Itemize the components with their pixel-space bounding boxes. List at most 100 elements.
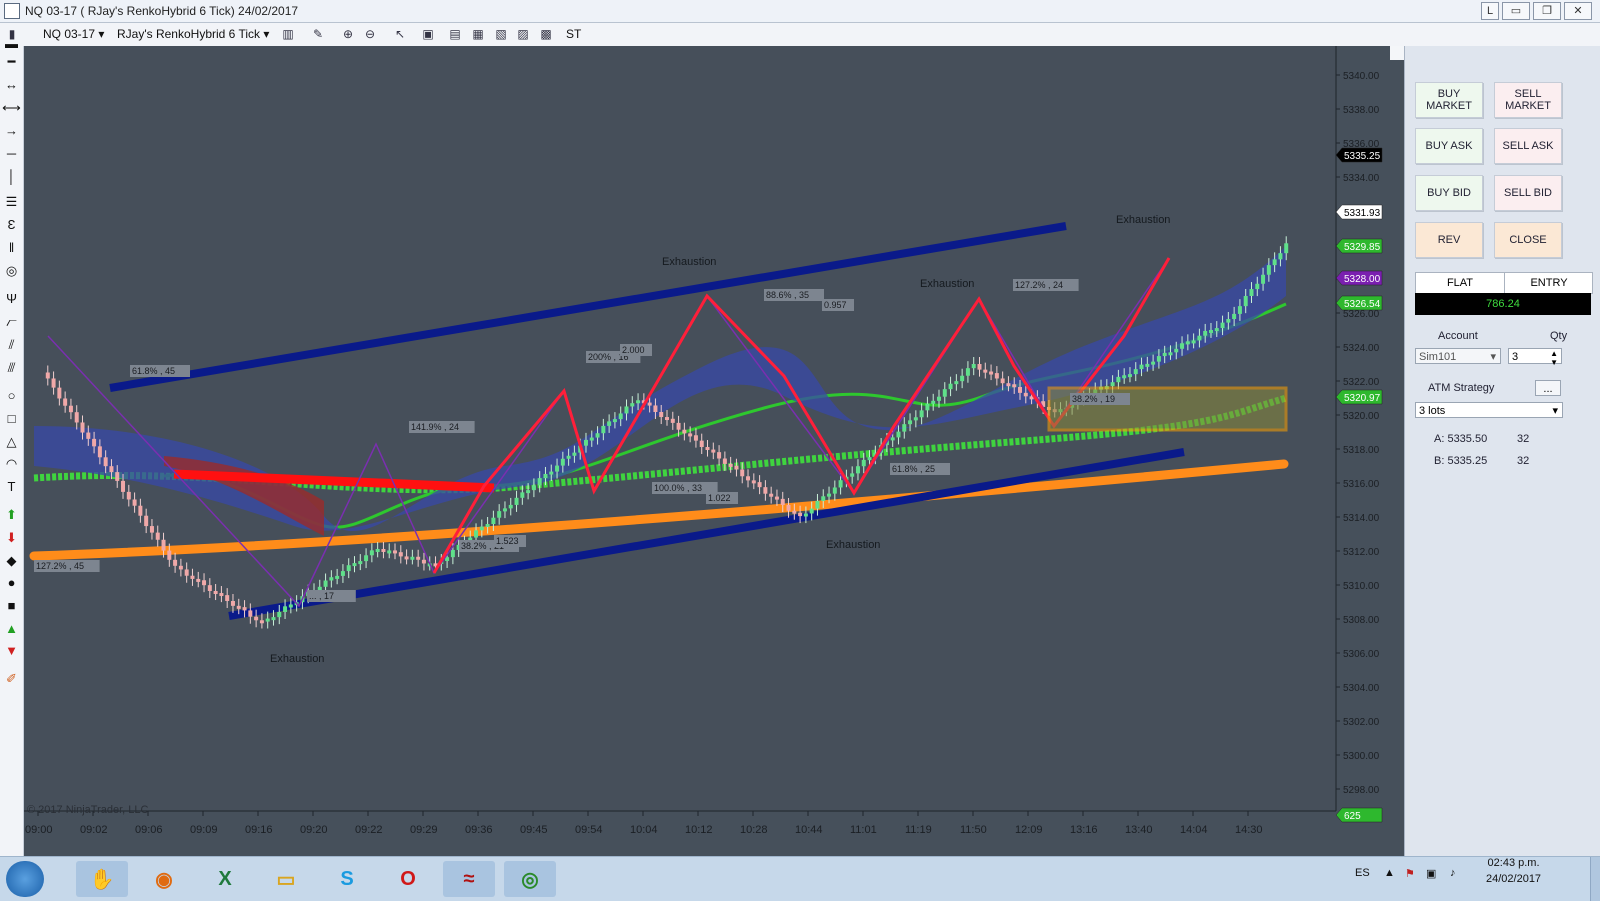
buy-bid-button[interactable]: BUY BID [1415, 175, 1483, 211]
candle-body [1232, 313, 1237, 320]
candle-body [121, 480, 126, 492]
regression-channel-icon[interactable]: ⫽ [2, 335, 21, 354]
excel-icon[interactable]: X [199, 861, 251, 897]
pointer-icon[interactable]: ↖ [392, 26, 408, 42]
action-center-icon[interactable]: ⚑ [1405, 867, 1415, 880]
atm-strategy-select[interactable]: 3 lots ▾ [1415, 402, 1563, 418]
extended-line-icon[interactable]: ⟷ [2, 98, 21, 117]
language-indicator[interactable]: ES [1355, 867, 1370, 879]
price-chart[interactable]: 5340.005338.005336.005334.005332.005330.… [24, 46, 1404, 856]
instrument-selector[interactable]: NQ 03-17 ▾ [43, 27, 104, 41]
candle-body [537, 478, 542, 486]
triangle-up-icon[interactable]: ▲ [2, 619, 21, 638]
ellipse-icon[interactable]: ○ [2, 386, 21, 405]
network-icon[interactable]: ▣ [1426, 867, 1436, 880]
candle-body [230, 600, 235, 606]
candle-body [774, 496, 779, 500]
restore-button[interactable]: ❐ [1533, 2, 1561, 20]
fib-circle-icon[interactable]: ◎ [2, 261, 21, 280]
close-window-button[interactable]: ✕ [1564, 2, 1592, 20]
trend-channel-icon[interactable]: ⫻ [2, 358, 21, 377]
snapshot-icon[interactable]: ▨ [515, 26, 531, 42]
pnl-display: 786.24 [1415, 293, 1591, 315]
arrow-up-icon[interactable]: ⬆ [2, 505, 21, 524]
upper-channel-line [109, 222, 1067, 392]
firefox-icon[interactable]: ◉ [138, 861, 190, 897]
arrow-line-icon[interactable]: → [2, 121, 21, 140]
vertical-line-icon[interactable]: │ [2, 167, 21, 186]
candle-body [1018, 386, 1023, 393]
candle-body [1151, 361, 1156, 365]
indicators-icon[interactable]: ▤ [447, 26, 463, 42]
remove-drawings-icon[interactable]: ✐ [2, 669, 21, 688]
diamond-icon[interactable]: ◆ [2, 551, 21, 570]
arrow-down-icon[interactable]: ⬇ [2, 528, 21, 547]
stepper-down-icon[interactable]: ▼ [1550, 355, 1558, 371]
start-button[interactable] [6, 861, 44, 897]
chrome-icon[interactable]: ◎ [504, 861, 556, 897]
triangle-icon[interactable]: △ [2, 432, 21, 451]
zoom-out-icon[interactable]: ⊖ [362, 26, 378, 42]
arc-icon[interactable]: ◠ [2, 454, 21, 473]
candle-body [659, 412, 664, 418]
buy-market-button[interactable]: BUY MARKET [1415, 82, 1483, 118]
st-button[interactable]: ST [566, 27, 581, 41]
candle-body [728, 463, 733, 467]
fib-extension-icon[interactable]: Ɛ [2, 215, 21, 234]
sell-bid-button[interactable]: SELL BID [1494, 175, 1562, 211]
fib-time-icon[interactable]: ‖ [2, 238, 21, 257]
text-icon[interactable]: T [2, 477, 21, 496]
exhaustion-label: Exhaustion [270, 653, 324, 665]
square-icon[interactable]: ■ [2, 596, 21, 615]
gann-fan-icon[interactable]: ⦧ [2, 312, 21, 331]
opera-icon[interactable]: O [382, 861, 434, 897]
candle-body [126, 491, 131, 500]
reverse-button[interactable]: REV [1415, 222, 1483, 258]
dot-icon[interactable]: ● [2, 573, 21, 592]
account-select[interactable]: Sim101 ▾ [1415, 348, 1501, 364]
pencil-icon[interactable]: ✎ [310, 26, 326, 42]
chart-trader-icon[interactable]: ▧ [493, 26, 509, 42]
properties-icon[interactable]: ▣ [420, 26, 436, 42]
triangle-down-icon[interactable]: ▼ [2, 641, 21, 660]
sell-market-button[interactable]: SELL MARKET [1494, 82, 1562, 118]
minimize-button[interactable]: ▭ [1502, 2, 1530, 20]
candle-body [948, 383, 953, 390]
folder-icon[interactable]: ▭ [260, 861, 312, 897]
show-hidden-icons-icon[interactable]: ▲ [1384, 867, 1395, 879]
pitchfork-icon[interactable]: Ψ [2, 289, 21, 308]
close-position-button[interactable]: CLOSE [1494, 222, 1562, 258]
data-box-icon[interactable]: ▩ [538, 26, 554, 42]
ray-tool-icon[interactable]: ↔ [2, 75, 21, 94]
candle-body [595, 433, 600, 438]
candle-body [624, 406, 629, 414]
candle-body [184, 569, 189, 576]
show-desktop-button[interactable] [1590, 857, 1600, 901]
clock[interactable]: 02:43 p.m. 24/02/2017 [1486, 855, 1541, 887]
hand-app-icon[interactable]: ✋ [76, 861, 128, 897]
fib-level-label: 0.957 [824, 300, 847, 310]
candle-body [994, 373, 999, 379]
line-tool-icon[interactable]: ━ [2, 52, 21, 71]
x-tick-label: 10:12 [685, 824, 713, 836]
rectangle-icon[interactable]: □ [2, 409, 21, 428]
skype-icon[interactable]: S [321, 861, 373, 897]
ninjatrader-icon[interactable]: ≈ [443, 861, 495, 897]
ruler-icon[interactable]: ▬ [2, 34, 21, 53]
zoom-in-icon[interactable]: ⊕ [340, 26, 356, 42]
candle-body [757, 482, 762, 488]
sell-ask-button[interactable]: SELL ASK [1494, 128, 1562, 164]
candle-body [485, 524, 490, 528]
candle-style-icon[interactable]: ▥ [280, 26, 296, 42]
strategies-icon[interactable]: ▦ [470, 26, 486, 42]
link-button[interactable]: L [1481, 2, 1499, 20]
buy-ask-button[interactable]: BUY ASK [1415, 128, 1483, 164]
candle-body [271, 617, 276, 621]
fib-retracement-icon[interactable]: ☰ [2, 192, 21, 211]
candle-body [896, 431, 901, 438]
horizontal-line-icon[interactable]: ─ [2, 144, 21, 163]
chart-type-selector[interactable]: RJay's RenkoHybrid 6 Tick ▾ [117, 27, 269, 41]
qty-stepper[interactable]: 3 ▲ ▼ [1508, 348, 1562, 367]
volume-icon[interactable]: ♪ [1450, 867, 1456, 879]
atm-properties-button[interactable]: ... [1535, 380, 1561, 396]
